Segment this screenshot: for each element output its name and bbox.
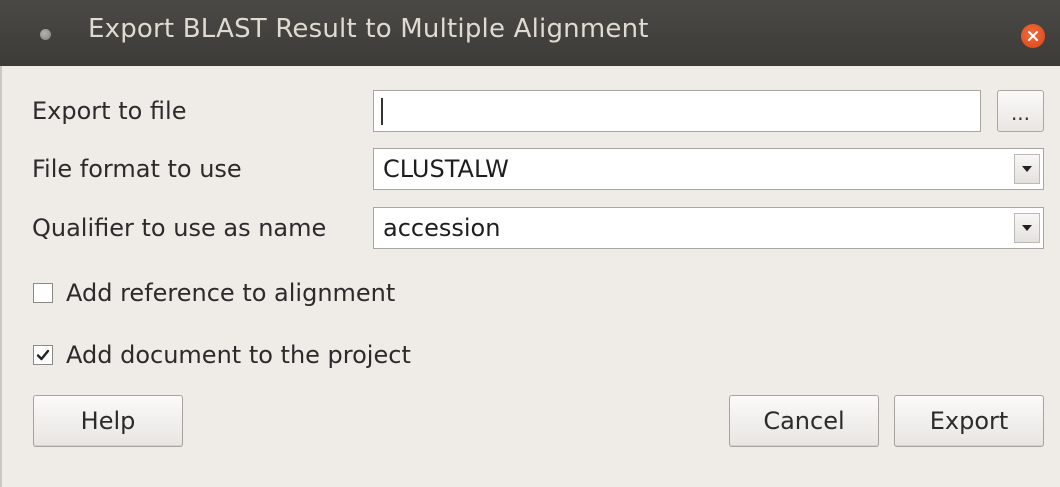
file-format-value: CLUSTALW [383, 155, 509, 183]
window-menu-icon[interactable] [40, 29, 51, 40]
title-bar[interactable]: Export BLAST Result to Multiple Alignmen… [0, 0, 1060, 66]
add-document-checkbox[interactable] [33, 345, 53, 365]
window-title: Export BLAST Result to Multiple Alignmen… [88, 14, 649, 44]
checkmark-icon [36, 349, 50, 361]
add-reference-checkbox[interactable] [33, 283, 53, 303]
text-caret [381, 98, 383, 125]
export-file-path-input[interactable] [373, 90, 981, 132]
add-reference-option[interactable]: Add reference to alignment [33, 277, 395, 309]
qualifier-label: Qualifier to use as name [32, 214, 327, 242]
export-to-file-label: Export to file [32, 97, 187, 125]
dropdown-arrow-icon[interactable] [1014, 213, 1040, 243]
browse-file-button[interactable]: ... [997, 90, 1044, 132]
export-button[interactable]: Export [894, 395, 1044, 447]
window-border [0, 66, 2, 487]
add-reference-label: Add reference to alignment [66, 279, 396, 307]
file-format-select[interactable]: CLUSTALW [373, 148, 1044, 190]
cancel-button[interactable]: Cancel [729, 395, 879, 447]
add-document-label: Add document to the project [66, 341, 411, 369]
qualifier-select[interactable]: accession [373, 207, 1044, 249]
export-blast-dialog: Export BLAST Result to Multiple Alignmen… [0, 0, 1060, 487]
add-document-option[interactable]: Add document to the project [33, 339, 411, 371]
help-button[interactable]: Help [33, 395, 183, 447]
file-format-label: File format to use [32, 155, 242, 183]
qualifier-value: accession [383, 214, 501, 242]
dropdown-arrow-icon[interactable] [1014, 154, 1040, 184]
close-button[interactable] [1021, 24, 1045, 48]
close-x-icon [1028, 31, 1038, 41]
